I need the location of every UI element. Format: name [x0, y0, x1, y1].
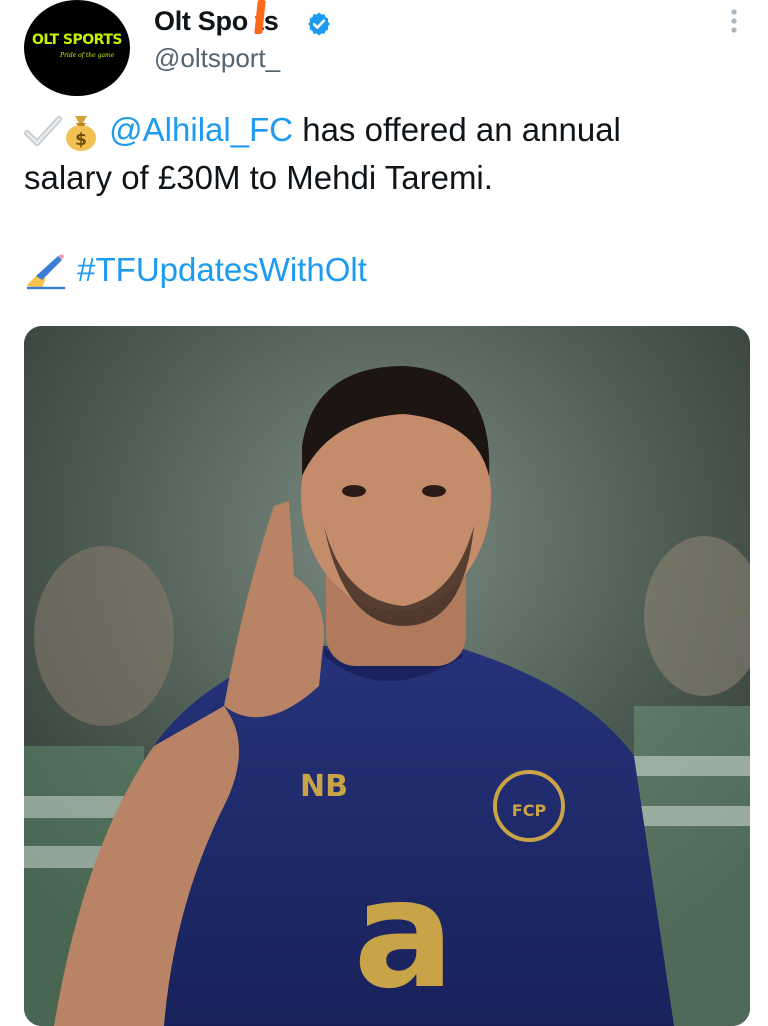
hashtag-line: #TFUpdatesWithOlt — [24, 246, 367, 294]
jersey-sponsor: a — [353, 848, 454, 1022]
money-bag-icon: $ — [66, 116, 96, 152]
avatar-tagline: Pride of the game — [60, 52, 115, 59]
user-handle[interactable]: @oltsport_ — [154, 43, 280, 74]
tweet-body: $ @Alhilal_FC has offered an annual sala… — [24, 106, 744, 202]
player-photo-illustration: NB FCP a — [24, 326, 750, 1026]
mention-link[interactable]: @Alhilal_FC — [109, 111, 293, 148]
more-vertical-icon[interactable] — [722, 6, 746, 38]
avatar[interactable]: OLT SPORTS Pride of the game — [24, 0, 130, 96]
svg-text:$: $ — [75, 130, 87, 150]
avatar-logo-text: OLT SPORTS — [32, 32, 122, 48]
tweet-line2-text: salary of £30M to Mehdi Taremi. — [24, 159, 493, 196]
tweet-line1-text: has offered an annual — [293, 111, 621, 148]
hashtag-link[interactable]: #TFUpdatesWithOlt — [77, 251, 367, 288]
jersey-brand: NB — [300, 769, 348, 804]
tweet-photo[interactable]: NB FCP a — [24, 326, 750, 1026]
check-mark-icon — [24, 116, 62, 147]
writing-hand-icon — [26, 254, 66, 290]
verified-badge-icon — [308, 12, 330, 36]
jersey-crest: FCP — [512, 801, 547, 820]
